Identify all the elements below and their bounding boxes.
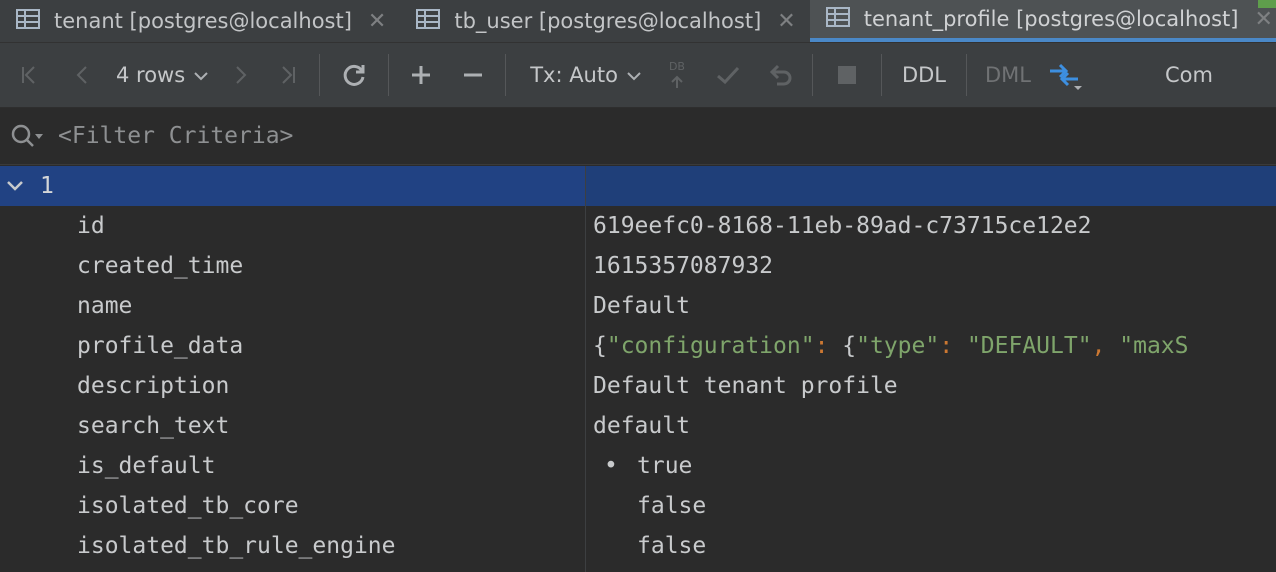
- field-value[interactable]: false: [637, 526, 1276, 566]
- field-row[interactable]: search_text default: [0, 406, 1276, 446]
- field-name: created_time: [77, 253, 244, 279]
- field-row[interactable]: is_default • true: [0, 446, 1276, 486]
- field-name: is_default: [77, 453, 216, 479]
- transaction-mode-dropdown[interactable]: Tx: Auto: [512, 55, 652, 95]
- field-row[interactable]: isolated_tb_rule_engine false: [0, 526, 1276, 566]
- field-row[interactable]: id 619eefc0-8168-11eb-89ad-c73715ce12e2: [0, 206, 1276, 246]
- field-row[interactable]: name Default: [0, 286, 1276, 326]
- table-icon: [416, 8, 441, 34]
- modified-bullet: •: [604, 453, 618, 479]
- submit-db-icon[interactable]: DB: [652, 55, 702, 95]
- compare-arrows-icon[interactable]: [1043, 55, 1087, 95]
- field-name: search_text: [77, 413, 230, 439]
- table-icon: [825, 6, 850, 32]
- search-icon[interactable]: [10, 123, 44, 149]
- rows-count-label: 4 rows: [116, 63, 186, 87]
- json-string: "DEFAULT": [966, 333, 1092, 359]
- field-value[interactable]: 1615357087932: [593, 246, 1276, 286]
- field-value[interactable]: false: [637, 486, 1276, 526]
- close-icon[interactable]: ✕: [368, 9, 386, 34]
- tx-mode-label: Tx: Auto: [530, 63, 618, 87]
- field-value[interactable]: true: [637, 446, 1276, 486]
- record-header-row[interactable]: 1: [0, 166, 1276, 206]
- field-row[interactable]: description Default tenant profile: [0, 366, 1276, 406]
- json-colon: :: [814, 333, 843, 359]
- record-number: 1: [40, 173, 54, 199]
- json-comma: ,: [1091, 333, 1120, 359]
- db-label: DB: [668, 60, 685, 73]
- dml-button[interactable]: DML: [973, 55, 1043, 95]
- column-divider[interactable]: [585, 166, 586, 572]
- field-value[interactable]: Default tenant profile: [593, 366, 1276, 406]
- compare-button[interactable]: Com: [1087, 55, 1223, 95]
- next-page-icon[interactable]: [217, 55, 263, 95]
- commit-check-icon[interactable]: [702, 55, 754, 95]
- first-page-icon[interactable]: [0, 55, 58, 95]
- tab-label: tb_user [postgres@localhost]: [454, 9, 762, 33]
- json-key: "maxS: [1119, 333, 1189, 359]
- field-value[interactable]: default: [593, 406, 1276, 446]
- compare-label: Com: [1165, 63, 1213, 87]
- previous-page-icon[interactable]: [58, 55, 108, 95]
- dml-label: DML: [985, 63, 1031, 87]
- data-editor-toolbar: 4 rows Tx: Auto DB DDL DML Com: [0, 43, 1276, 108]
- rollback-icon[interactable]: [754, 55, 806, 95]
- tab-label: tenant_profile [postgres@localhost]: [863, 7, 1239, 31]
- field-value[interactable]: Default: [593, 286, 1276, 326]
- ddl-label: DDL: [901, 63, 946, 87]
- json-value[interactable]: {"configuration": {"type": "DEFAULT", "m…: [593, 326, 1276, 366]
- tab-label: tenant [postgres@localhost]: [54, 9, 352, 33]
- ddl-button[interactable]: DDL: [888, 55, 960, 95]
- json-key: "type": [856, 333, 940, 359]
- json-brace: {: [842, 333, 857, 359]
- field-value[interactable]: 619eefc0-8168-11eb-89ad-c73715ce12e2: [593, 206, 1276, 246]
- json-key: "configuration": [606, 333, 815, 359]
- tab-tenant[interactable]: tenant [postgres@localhost] ✕: [0, 0, 400, 42]
- stop-icon[interactable]: [819, 55, 875, 95]
- field-row[interactable]: created_time 1615357087932: [0, 246, 1276, 286]
- record-view: 1 id 619eefc0-8168-11eb-89ad-c73715ce12e…: [0, 166, 1276, 572]
- tab-tb-user[interactable]: tb_user [postgres@localhost] ✕: [400, 0, 809, 42]
- close-icon[interactable]: ✕: [1254, 7, 1272, 32]
- rows-count-dropdown[interactable]: 4 rows: [108, 55, 217, 95]
- field-name: isolated_tb_core: [77, 493, 299, 519]
- close-icon[interactable]: ✕: [777, 9, 795, 34]
- last-page-icon[interactable]: [263, 55, 313, 95]
- field-name: description: [77, 373, 230, 399]
- add-row-icon[interactable]: [395, 55, 447, 95]
- field-name: profile_data: [77, 333, 244, 359]
- json-brace: {: [593, 333, 607, 359]
- field-name: id: [77, 213, 105, 239]
- json-colon: :: [939, 333, 967, 359]
- field-row[interactable]: profile_data {"configuration": {"type": …: [0, 326, 1276, 366]
- field-name: name: [77, 293, 133, 319]
- table-icon: [16, 8, 40, 34]
- filter-criteria-input[interactable]: [58, 123, 958, 149]
- delete-row-icon[interactable]: [447, 55, 499, 95]
- chevron-down-icon: [626, 63, 642, 87]
- status-marker: [1258, 0, 1276, 8]
- field-name: isolated_tb_rule_engine: [77, 533, 396, 559]
- tab-tenant-profile[interactable]: tenant_profile [postgres@localhost] ✕: [809, 0, 1276, 42]
- refresh-icon[interactable]: [326, 55, 382, 95]
- editor-tab-bar: tenant [postgres@localhost] ✕ tb_user [p…: [0, 0, 1276, 43]
- field-row[interactable]: isolated_tb_core false: [0, 486, 1276, 526]
- chevron-down-icon: [193, 63, 209, 87]
- filter-bar: [0, 108, 1276, 165]
